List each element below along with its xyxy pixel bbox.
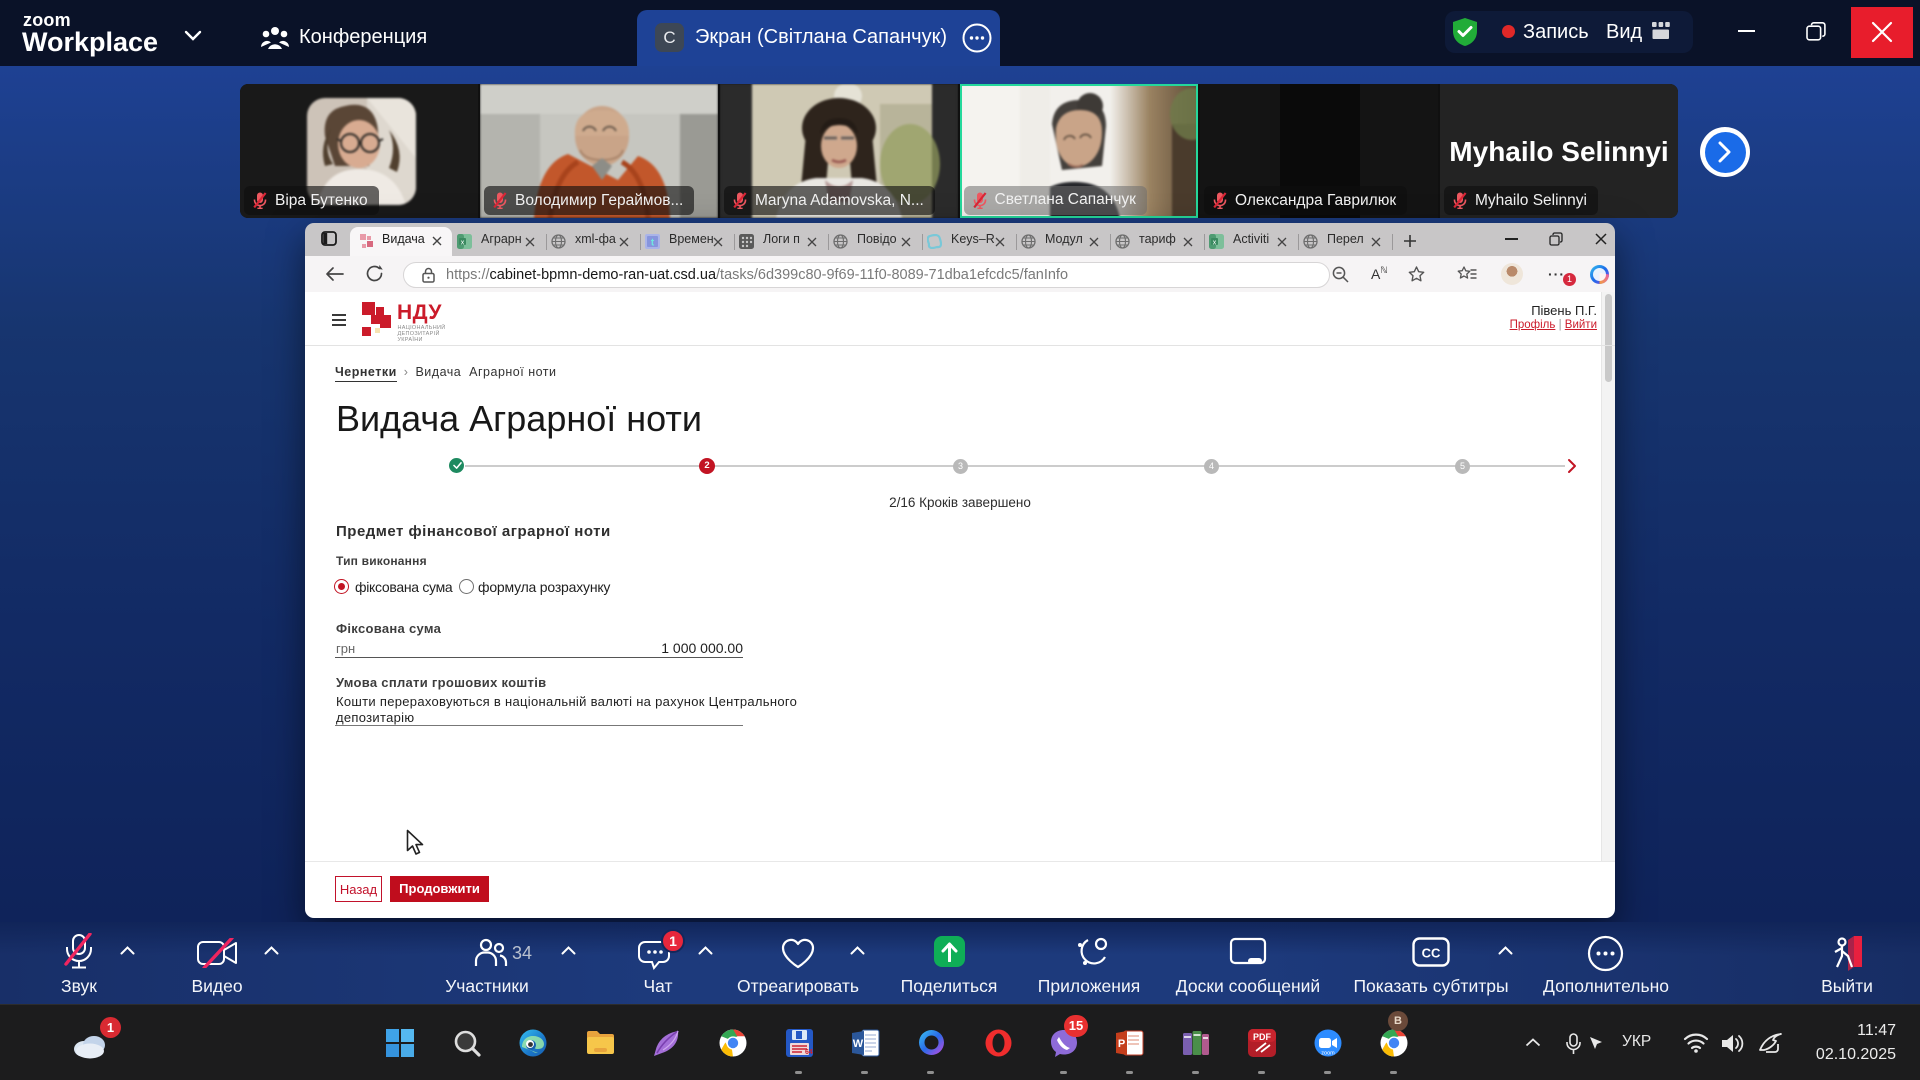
svg-text:CC: CC	[1422, 946, 1441, 961]
svg-text:PDF: PDF	[1253, 1032, 1272, 1042]
svg-text:zoom: zoom	[1321, 1051, 1335, 1057]
svg-text:W: W	[853, 1038, 864, 1050]
svg-text:P: P	[1118, 1038, 1125, 1050]
svg-text:64: 64	[805, 1049, 813, 1056]
